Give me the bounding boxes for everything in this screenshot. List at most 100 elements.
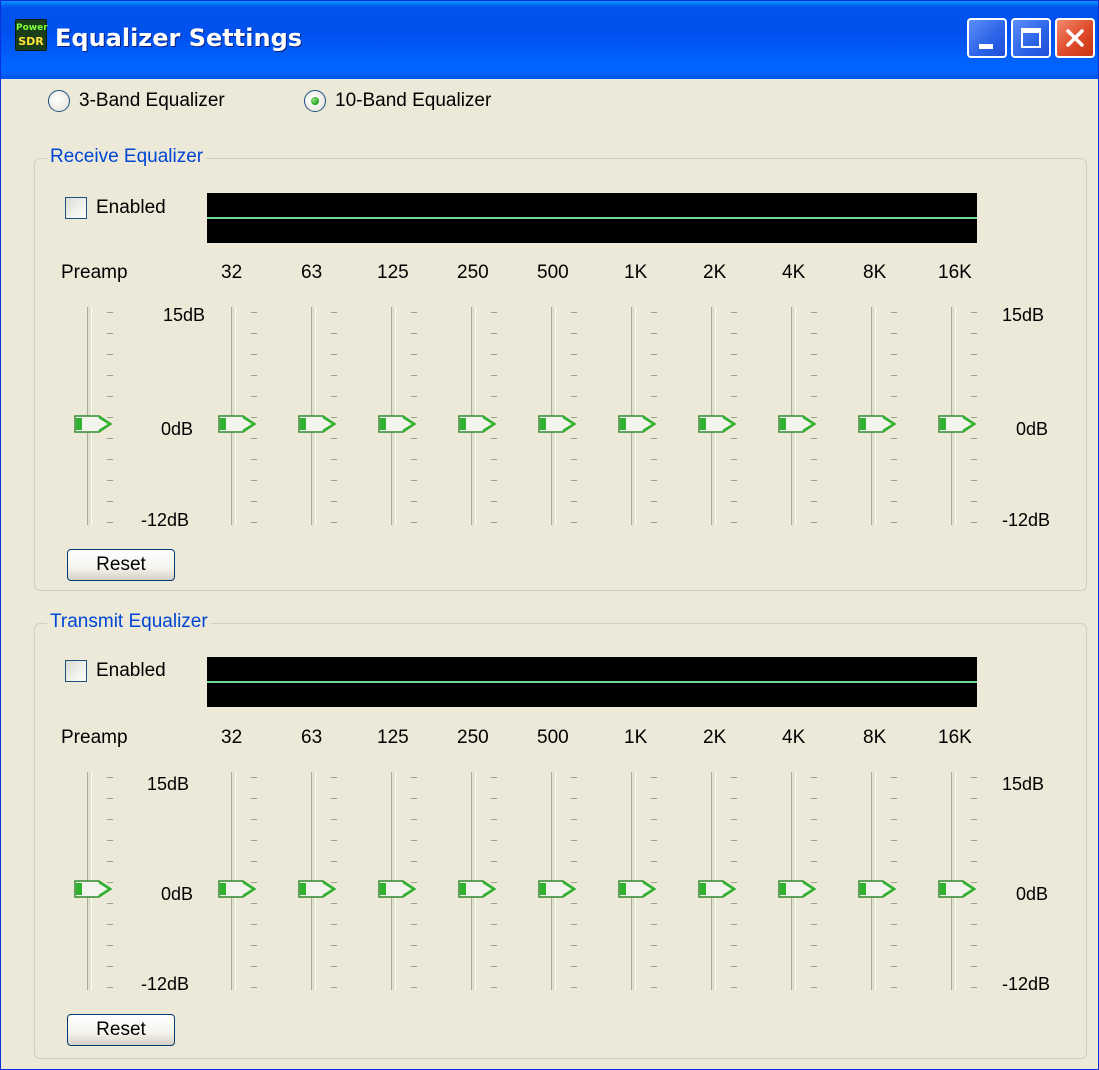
receive-band-label-1k: 1K [624, 262, 648, 283]
transmit-slider-8k[interactable] [857, 769, 917, 994]
tick-mark [107, 945, 113, 946]
transmit-slider-2k[interactable] [697, 769, 757, 994]
transmit-slider-thumb-125[interactable] [377, 879, 421, 899]
tick-mark [107, 312, 113, 313]
receive-slider-thumb-63[interactable] [297, 414, 341, 434]
transmit-slider-1k[interactable] [617, 769, 677, 994]
tick-mark [491, 798, 497, 799]
transmit-slider-thumb-500[interactable] [537, 879, 581, 899]
receive-slider-4k[interactable] [777, 304, 837, 529]
transmit-slider-thumb-preamp[interactable] [73, 879, 117, 899]
tick-mark [971, 924, 977, 925]
tick-mark [491, 903, 497, 904]
receive-slider-thumb-preamp[interactable] [73, 414, 117, 434]
radio-10-band-label[interactable]: 10-Band Equalizer [335, 90, 491, 112]
receive-band-label-500: 500 [537, 262, 569, 283]
transmit-preamp-label: Preamp [61, 727, 128, 748]
tick-mark [891, 840, 897, 841]
receive-db-bottom-right: -12dB [1002, 510, 1051, 530]
transmit-slider-250[interactable] [457, 769, 517, 994]
transmit-slider-63[interactable] [297, 769, 357, 994]
transmit-reset-button[interactable]: Reset [67, 1014, 175, 1046]
tick-mark [411, 333, 417, 334]
radio-3-band-circle[interactable] [48, 90, 70, 112]
tick-mark [107, 924, 113, 925]
tick-mark [331, 459, 337, 460]
tick-mark [811, 924, 817, 925]
transmit-db-mid-right: 0dB [1016, 884, 1049, 904]
receive-band-label-32: 32 [221, 262, 243, 283]
transmit-slider-thumb-8k[interactable] [857, 879, 901, 899]
receive-slider-thumb-32[interactable] [217, 414, 261, 434]
receive-slider-1k[interactable] [617, 304, 677, 529]
receive-slider-500[interactable] [537, 304, 597, 529]
transmit-slider-thumb-16k[interactable] [937, 879, 981, 899]
tick-mark [491, 966, 497, 967]
receive-slider-preamp[interactable] [73, 304, 133, 529]
tick-mark [411, 375, 417, 376]
close-button[interactable] [1055, 18, 1095, 58]
receive-slider-63[interactable] [297, 304, 357, 529]
receive-band-label-250: 250 [457, 262, 489, 283]
receive-slider-8k[interactable] [857, 304, 917, 529]
tick-mark [491, 375, 497, 376]
tick-mark [571, 354, 577, 355]
receive-slider-thumb-8k[interactable] [857, 414, 901, 434]
receive-slider-thumb-2k[interactable] [697, 414, 741, 434]
receive-slider-thumb-500[interactable] [537, 414, 581, 434]
transmit-slider-thumb-32[interactable] [217, 879, 261, 899]
tick-mark [891, 945, 897, 946]
transmit-slider-preamp[interactable] [73, 769, 133, 994]
title-bar[interactable]: Power SDR Equalizer Settings [1, 1, 1098, 79]
receive-slider-16k[interactable] [937, 304, 997, 529]
receive-slider-thumb-16k[interactable] [937, 414, 981, 434]
tick-mark [107, 459, 113, 460]
receive-slider-thumb-4k[interactable] [777, 414, 821, 434]
transmit-slider-thumb-250[interactable] [457, 879, 501, 899]
receive-slider-thumb-1k[interactable] [617, 414, 661, 434]
receive-slider-thumb-250[interactable] [457, 414, 501, 434]
transmit-enabled-box[interactable] [65, 660, 87, 682]
tick-mark [411, 522, 417, 523]
radio-10-band[interactable]: 10-Band Equalizer [304, 90, 491, 112]
tick-mark [731, 945, 737, 946]
receive-slider-thumb-125[interactable] [377, 414, 421, 434]
transmit-slider-16k[interactable] [937, 769, 997, 994]
receive-band-label-2k: 2K [703, 262, 727, 283]
transmit-slider-125[interactable] [377, 769, 437, 994]
transmit-enabled-label[interactable]: Enabled [96, 660, 166, 682]
app-icon-text-bottom: SDR [18, 35, 44, 48]
tick-mark [331, 396, 337, 397]
tick-mark [411, 987, 417, 988]
transmit-slider-thumb-4k[interactable] [777, 879, 821, 899]
receive-reset-button[interactable]: Reset [67, 549, 175, 581]
radio-10-band-circle[interactable] [304, 90, 326, 112]
transmit-slider-4k[interactable] [777, 769, 837, 994]
tick-mark [411, 861, 417, 862]
receive-enabled-label[interactable]: Enabled [96, 197, 166, 219]
transmit-slider-32[interactable] [217, 769, 277, 994]
maximize-button[interactable] [1011, 18, 1051, 58]
receive-slider-2k[interactable] [697, 304, 757, 529]
receive-db-top-left: 15dB [163, 305, 206, 325]
tick-mark [891, 459, 897, 460]
receive-enabled-checkbox[interactable]: Enabled [65, 197, 166, 219]
receive-preamp-label: Preamp [61, 262, 128, 283]
transmit-enabled-checkbox[interactable]: Enabled [65, 660, 166, 682]
transmit-slider-500[interactable] [537, 769, 597, 994]
tick-mark [891, 480, 897, 481]
radio-3-band-label[interactable]: 3-Band Equalizer [79, 90, 225, 112]
minimize-button[interactable] [967, 18, 1007, 58]
transmit-slider-thumb-1k[interactable] [617, 879, 661, 899]
receive-enabled-box[interactable] [65, 197, 87, 219]
tick-mark [491, 945, 497, 946]
tick-mark [331, 333, 337, 334]
receive-slider-32[interactable] [217, 304, 277, 529]
receive-slider-125[interactable] [377, 304, 437, 529]
radio-3-band[interactable]: 3-Band Equalizer [48, 90, 225, 112]
tick-mark [411, 840, 417, 841]
tick-mark [251, 924, 257, 925]
transmit-slider-thumb-2k[interactable] [697, 879, 741, 899]
receive-slider-250[interactable] [457, 304, 517, 529]
transmit-slider-thumb-63[interactable] [297, 879, 341, 899]
